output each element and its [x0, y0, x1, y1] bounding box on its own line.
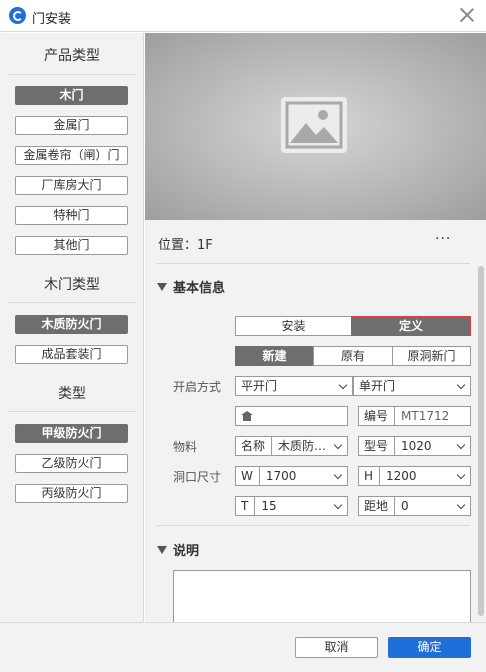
- name-label: 名称: [241, 437, 273, 455]
- property-panel: 位置：1F ··· 基本信息 安装 定义 新建 原有 原洞新门 开启方式 平开门…: [145, 220, 486, 622]
- app-logo-icon: [9, 7, 26, 24]
- chevron-down-icon: [333, 470, 343, 480]
- chevron-down-icon: [338, 380, 348, 390]
- open-type-select[interactable]: 平开门: [235, 376, 353, 396]
- title-bar: 门安装: [0, 0, 486, 32]
- model-label: 型号: [364, 437, 396, 455]
- door-style-field[interactable]: [235, 406, 348, 426]
- wood-type-set-door[interactable]: 成品套装门: [15, 345, 128, 364]
- description-textarea[interactable]: [173, 570, 471, 622]
- product-type-wood-door[interactable]: 木门: [15, 86, 128, 105]
- location-display: 位置：1F: [158, 234, 213, 253]
- collapse-triangle-icon: [157, 283, 167, 291]
- material-name-select[interactable]: 名称 木质防…: [235, 436, 348, 456]
- home-icon: [241, 411, 253, 421]
- close-icon[interactable]: [458, 6, 476, 24]
- floor-distance-label: 距地: [364, 497, 396, 515]
- source-tab-new[interactable]: 新建: [235, 346, 314, 366]
- open-type-value: 平开门: [241, 379, 278, 393]
- height-label: H: [364, 467, 381, 485]
- code-value: MT1712: [401, 409, 450, 423]
- product-type-rolling-door[interactable]: 金属卷帘（闸）门: [15, 146, 128, 165]
- chevron-down-icon: [456, 380, 466, 390]
- product-type-metal-door[interactable]: 金属门: [15, 116, 128, 135]
- source-tab-reopen[interactable]: 原洞新门: [392, 346, 471, 366]
- section-title-type: 类型: [58, 386, 86, 402]
- category-sidebar: 产品类型 木门 金属门 金属卷帘（闸）门 厂库房大门 特种门 其他门 木门类型 …: [0, 33, 144, 622]
- height-select[interactable]: H 1200: [358, 466, 471, 486]
- mode-tab-define[interactable]: 定义: [351, 316, 471, 336]
- mode-tab-install[interactable]: 安装: [235, 316, 352, 336]
- dialog-footer: 取消 确定: [0, 622, 486, 672]
- product-type-special-door[interactable]: 特种门: [15, 206, 128, 225]
- divider: [8, 411, 136, 412]
- product-type-warehouse-door[interactable]: 厂库房大门: [15, 176, 128, 195]
- floor-distance-select[interactable]: 距地 0: [358, 496, 471, 516]
- more-options-button[interactable]: ···: [435, 231, 451, 247]
- image-placeholder-icon: [281, 97, 347, 153]
- leaf-type-select[interactable]: 单开门: [353, 376, 471, 396]
- opening-size-label: 洞口尺寸: [173, 470, 222, 484]
- collapse-triangle-icon: [157, 546, 167, 554]
- code-label: 编号: [364, 407, 396, 425]
- section-title-wood-door-type: 木门类型: [44, 277, 100, 293]
- thickness-value: 15: [261, 499, 277, 513]
- basic-info-header[interactable]: 基本信息: [157, 277, 225, 296]
- model-value: 1020: [401, 439, 432, 453]
- chevron-down-icon: [333, 440, 343, 450]
- preview-panel: [145, 33, 486, 220]
- type-class-a-fire-door[interactable]: 甲级防火门: [15, 424, 128, 443]
- material-label: 物料: [173, 440, 198, 454]
- floor-distance-value: 0: [401, 499, 409, 513]
- chevron-down-icon: [456, 500, 466, 510]
- description-header[interactable]: 说明: [157, 540, 199, 559]
- thickness-label: T: [241, 497, 256, 515]
- type-class-b-fire-door[interactable]: 乙级防火门: [15, 454, 128, 473]
- basic-info-title: 基本信息: [173, 281, 226, 296]
- chevron-down-icon: [333, 500, 343, 510]
- divider: [157, 263, 470, 264]
- divider: [157, 525, 470, 526]
- cancel-button[interactable]: 取消: [295, 637, 378, 658]
- window-title: 门安装: [32, 12, 72, 27]
- wood-type-fire-door[interactable]: 木质防火门: [15, 315, 128, 334]
- scrollbar[interactable]: [478, 266, 484, 616]
- divider: [8, 74, 136, 75]
- chevron-down-icon: [456, 440, 466, 450]
- height-value: 1200: [386, 469, 417, 483]
- chevron-down-icon: [456, 470, 466, 480]
- width-value: 1700: [265, 469, 297, 483]
- divider: [8, 302, 136, 303]
- section-title-product-type: 产品类型: [44, 48, 100, 64]
- material-name-value: 木质防…: [278, 439, 327, 453]
- open-method-label: 开启方式: [173, 380, 222, 394]
- width-label: W: [241, 467, 260, 485]
- product-type-other-door[interactable]: 其他门: [15, 236, 128, 255]
- ok-button[interactable]: 确定: [388, 637, 471, 658]
- thickness-select[interactable]: T 15: [235, 496, 348, 516]
- code-field[interactable]: 编号 MT1712: [358, 406, 471, 426]
- location-label: 位置：: [158, 238, 198, 253]
- width-select[interactable]: W 1700: [235, 466, 348, 486]
- model-select[interactable]: 型号 1020: [358, 436, 471, 456]
- type-class-c-fire-door[interactable]: 丙级防火门: [15, 484, 128, 503]
- source-tab-existing[interactable]: 原有: [313, 346, 393, 366]
- location-value: 1F: [197, 238, 213, 253]
- leaf-type-value: 单开门: [359, 379, 396, 393]
- description-title: 说明: [173, 544, 200, 559]
